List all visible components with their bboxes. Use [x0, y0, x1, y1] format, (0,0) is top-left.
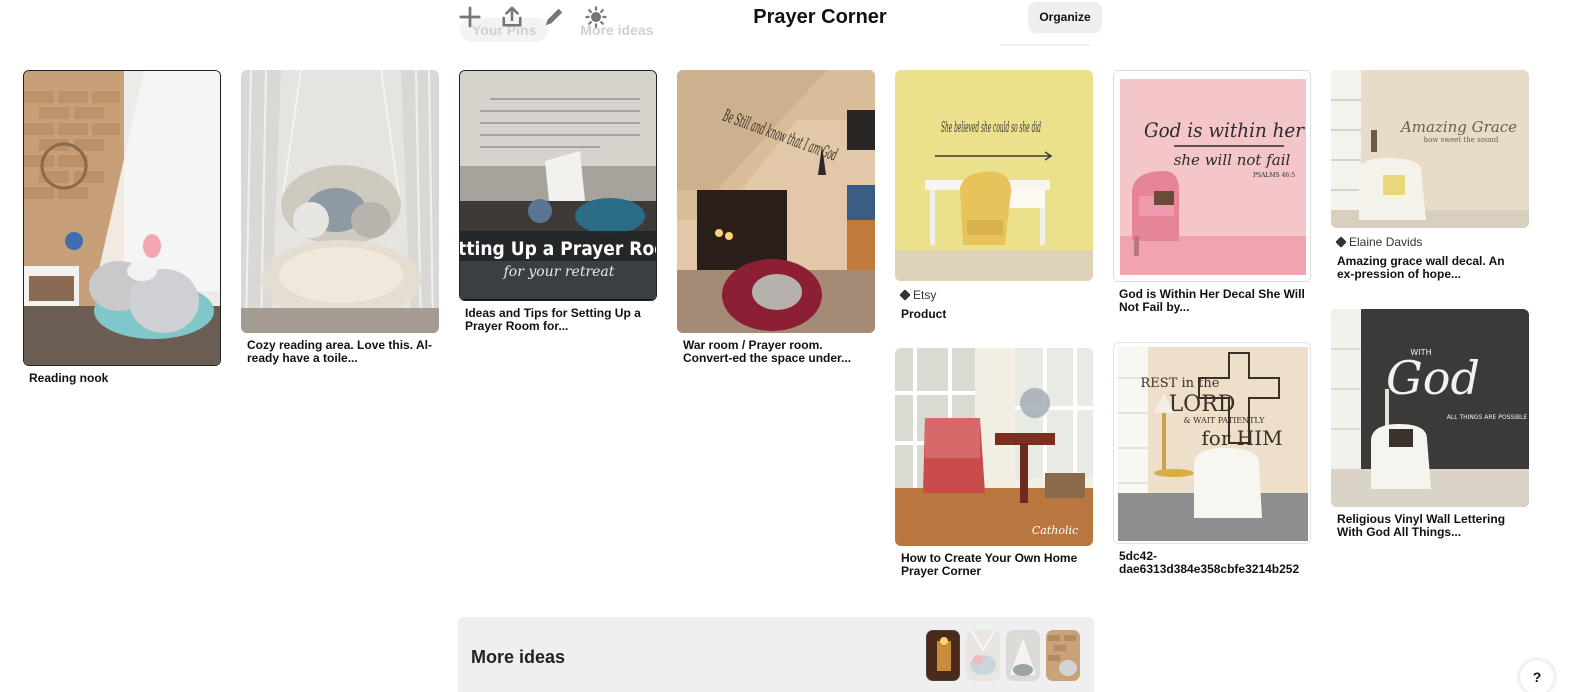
help-button[interactable]: ?	[1520, 660, 1554, 692]
pin-title: Cozy reading area. Love this. Al-ready h…	[247, 338, 432, 365]
pin-overlay-subheading: for your retreat	[503, 264, 615, 280]
add-button[interactable]	[458, 4, 482, 30]
pin-source[interactable]: Etsy	[895, 281, 1093, 302]
image-watermark: Catholic	[1032, 524, 1078, 537]
edit-button[interactable]	[542, 4, 566, 30]
pin-source-label: Etsy	[913, 288, 937, 302]
pin-title: Religious Vinyl Wall Lettering With God …	[1337, 512, 1506, 539]
pin-title: God is Within Her Decal She Will Not Fai…	[1119, 287, 1305, 314]
wall-decal-subtext: how sweet the sound	[1424, 136, 1499, 144]
board-header: Your Pins More ideas Prayer Corner Organ…	[0, 0, 1578, 48]
board-title: Prayer Corner	[753, 6, 887, 28]
organize-button[interactable]: Organize	[1028, 2, 1102, 32]
pin-card[interactable]: God is within her she will not fail PSAL…	[1113, 70, 1311, 314]
pin-image[interactable]: She believed she could so she did	[895, 70, 1093, 281]
wall-decal-text: for HIM	[1201, 426, 1282, 450]
pin-overlay-heading: Setting Up a Prayer Room	[460, 238, 657, 260]
pin-card[interactable]: Catholic How to Create Your Own Home Pra…	[895, 348, 1093, 578]
pin-image[interactable]: God is within her she will not fail PSAL…	[1113, 70, 1311, 282]
wall-decal-text: ALL THINGS ARE POSSIBLE	[1447, 414, 1528, 421]
pin-card[interactable]: She believed she could so she did Etsy P…	[895, 70, 1093, 321]
pin-image[interactable]: Catholic	[895, 348, 1093, 546]
pin-image[interactable]: REST in the LORD & WAIT PATIENTLY for HI…	[1113, 342, 1311, 544]
pin-title: How to Create Your Own Home Prayer Corne…	[901, 551, 1078, 578]
pin-card[interactable]: WITH God ALL THINGS ARE POSSIBLE Religio…	[1331, 309, 1529, 539]
pin-title: Amazing grace wall decal. An ex-pression…	[1337, 254, 1505, 281]
share-icon	[502, 6, 522, 27]
pin-image[interactable]	[241, 70, 439, 333]
pin-title: 5dc42-dae6313d384e358cbfe3214b252	[1119, 549, 1300, 576]
pin-card[interactable]: Reading nook	[23, 70, 221, 385]
idea-thumbnail[interactable]	[926, 630, 960, 681]
wall-decal-text: God is within her	[1144, 118, 1305, 142]
pin-card[interactable]: Setting Up a Prayer Room for your retrea…	[459, 70, 657, 333]
pin-image[interactable]: Setting Up a Prayer Room for your retrea…	[459, 70, 657, 301]
pin-image[interactable]: Be Still and know that I am God	[677, 70, 875, 333]
idea-thumbnail[interactable]	[966, 630, 1000, 681]
wall-decal-text: God	[1386, 351, 1480, 405]
wall-decal-text: REST in the	[1141, 376, 1220, 391]
pin-card[interactable]: Be Still and know that I am God War room…	[677, 70, 875, 365]
wall-decal-text: LORD	[1169, 392, 1236, 417]
pin-image[interactable]: WITH God ALL THINGS ARE POSSIBLE	[1331, 309, 1529, 507]
wall-decal-text: & WAIT PATIENTLY	[1183, 416, 1265, 425]
pin-image[interactable]	[23, 70, 221, 366]
pin-source-label: Elaine Davids	[1349, 235, 1423, 249]
idea-thumbnail[interactable]	[1046, 630, 1080, 681]
pin-card[interactable]: REST in the LORD & WAIT PATIENTLY for HI…	[1113, 342, 1311, 576]
settings-button[interactable]	[584, 4, 608, 30]
plus-icon	[459, 6, 481, 28]
pin-card[interactable]: Cozy reading area. Love this. Al-ready h…	[241, 70, 439, 365]
pin-title: Reading nook	[29, 371, 109, 385]
sun-icon	[585, 6, 607, 28]
more-ideas-label: More ideas	[471, 647, 566, 667]
idea-thumbnail[interactable]	[1006, 630, 1040, 681]
board-toolbar	[458, 4, 608, 30]
pin-image[interactable]: Amazing Grace how sweet the sound	[1331, 70, 1529, 228]
pin-source[interactable]: Elaine Davids	[1331, 228, 1529, 249]
tag-icon	[1335, 236, 1347, 248]
wall-decal-subtext: she will not fail	[1174, 151, 1291, 169]
wall-decal-text: She believed she could so she did	[941, 118, 1041, 136]
more-ideas-panel[interactable]: More ideas	[458, 617, 1094, 692]
wall-decal-reference: PSALMS 46:5	[1253, 172, 1295, 179]
wall-decal-text: Amazing Grace	[1399, 118, 1517, 136]
tag-icon	[899, 289, 911, 301]
pin-title: Product	[901, 307, 947, 321]
pin-card[interactable]: Amazing Grace how sweet the sound Elaine…	[1331, 70, 1529, 281]
pencil-icon	[545, 8, 563, 26]
pin-title: Ideas and Tips for Setting Up a Prayer R…	[465, 306, 641, 333]
share-button[interactable]	[500, 4, 524, 30]
pin-title: War room / Prayer room. Convert-ed the s…	[683, 338, 852, 365]
